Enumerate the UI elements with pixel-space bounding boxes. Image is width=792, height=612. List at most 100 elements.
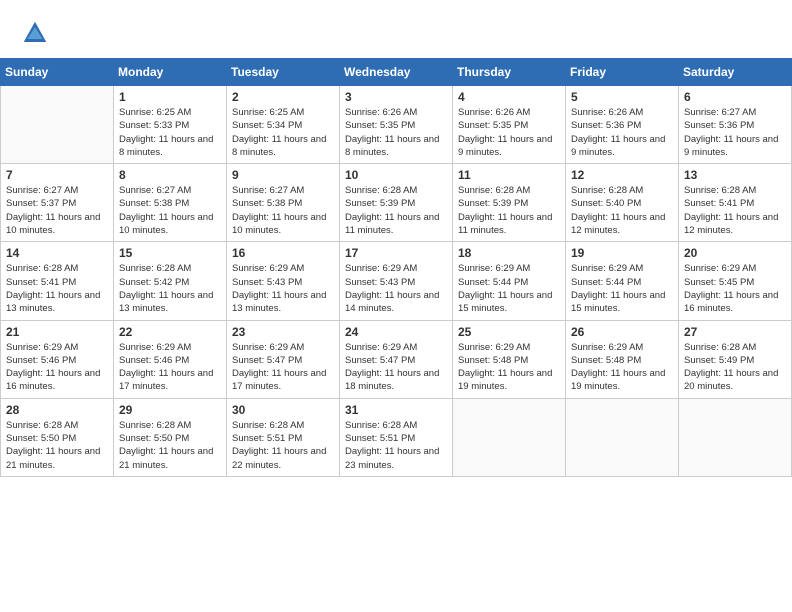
day-number: 31 (345, 403, 447, 417)
calendar-cell: 20 Sunrise: 6:29 AMSunset: 5:45 PMDayligh… (679, 242, 792, 320)
calendar-cell: 3 Sunrise: 6:26 AMSunset: 5:35 PMDaylight… (340, 86, 453, 164)
day-info: Sunrise: 6:29 AMSunset: 5:47 PMDaylight:… (232, 341, 334, 394)
day-number: 7 (6, 168, 108, 182)
day-info: Sunrise: 6:28 AMSunset: 5:41 PMDaylight:… (6, 262, 108, 315)
calendar-cell: 17 Sunrise: 6:29 AMSunset: 5:43 PMDayligh… (340, 242, 453, 320)
calendar-cell: 16 Sunrise: 6:29 AMSunset: 5:43 PMDayligh… (227, 242, 340, 320)
day-number: 12 (571, 168, 673, 182)
day-info: Sunrise: 6:29 AMSunset: 5:46 PMDaylight:… (119, 341, 221, 394)
calendar-cell: 13Sunrise: 6:28 AMSunset: 5:41 PMDayligh… (679, 164, 792, 242)
calendar-week-row: 7 Sunrise: 6:27 AMSunset: 5:37 PMDaylight… (1, 164, 792, 242)
weekday-header: Tuesday (227, 59, 340, 86)
day-number: 15 (119, 246, 221, 260)
calendar-cell: 8 Sunrise: 6:27 AMSunset: 5:38 PMDaylight… (114, 164, 227, 242)
day-number: 28 (6, 403, 108, 417)
calendar-cell: 21 Sunrise: 6:29 AMSunset: 5:46 PMDayligh… (1, 320, 114, 398)
day-info: Sunrise: 6:28 AMSunset: 5:51 PMDaylight:… (345, 419, 447, 472)
calendar-cell: 2 Sunrise: 6:25 AMSunset: 5:34 PMDaylight… (227, 86, 340, 164)
weekday-header: Saturday (679, 59, 792, 86)
day-number: 19 (571, 246, 673, 260)
day-info: Sunrise: 6:26 AMSunset: 5:35 PMDaylight:… (345, 106, 447, 159)
day-info: Sunrise: 6:29 AMSunset: 5:44 PMDaylight:… (458, 262, 560, 315)
day-info: Sunrise: 6:25 AMSunset: 5:34 PMDaylight:… (232, 106, 334, 159)
calendar-cell: 28Sunrise: 6:28 AMSunset: 5:50 PMDayligh… (1, 398, 114, 476)
calendar-cell: 12 Sunrise: 6:28 AMSunset: 5:40 PMDayligh… (566, 164, 679, 242)
day-info: Sunrise: 6:27 AMSunset: 5:38 PMDaylight:… (232, 184, 334, 237)
day-info: Sunrise: 6:28 AMSunset: 5:42 PMDaylight:… (119, 262, 221, 315)
weekday-header: Friday (566, 59, 679, 86)
calendar-cell: 29 Sunrise: 6:28 AMSunset: 5:50 PMDayligh… (114, 398, 227, 476)
calendar-cell: 30Sunrise: 6:28 AMSunset: 5:51 PMDayligh… (227, 398, 340, 476)
day-info: Sunrise: 6:27 AMSunset: 5:38 PMDaylight:… (119, 184, 221, 237)
day-number: 23 (232, 325, 334, 339)
calendar-cell: 19Sunrise: 6:29 AMSunset: 5:44 PMDayligh… (566, 242, 679, 320)
day-info: Sunrise: 6:29 AMSunset: 5:45 PMDaylight:… (684, 262, 786, 315)
calendar-cell: 4 Sunrise: 6:26 AMSunset: 5:35 PMDaylight… (453, 86, 566, 164)
day-number: 11 (458, 168, 560, 182)
day-info: Sunrise: 6:28 AMSunset: 5:50 PMDaylight:… (119, 419, 221, 472)
day-number: 5 (571, 90, 673, 104)
day-info: Sunrise: 6:25 AMSunset: 5:33 PMDaylight:… (119, 106, 221, 159)
day-info: Sunrise: 6:28 AMSunset: 5:49 PMDaylight:… (684, 341, 786, 394)
day-number: 25 (458, 325, 560, 339)
weekday-header: Thursday (453, 59, 566, 86)
calendar-cell: 5Sunrise: 6:26 AMSunset: 5:36 PMDaylight… (566, 86, 679, 164)
day-number: 26 (571, 325, 673, 339)
calendar-week-row: 14 Sunrise: 6:28 AMSunset: 5:41 PMDayligh… (1, 242, 792, 320)
header (0, 0, 792, 58)
weekday-header: Sunday (1, 59, 114, 86)
day-number: 17 (345, 246, 447, 260)
day-number: 14 (6, 246, 108, 260)
calendar-cell: 15 Sunrise: 6:28 AMSunset: 5:42 PMDayligh… (114, 242, 227, 320)
calendar-cell: 9 Sunrise: 6:27 AMSunset: 5:38 PMDaylight… (227, 164, 340, 242)
calendar-cell: 1 Sunrise: 6:25 AMSunset: 5:33 PMDaylight… (114, 86, 227, 164)
day-info: Sunrise: 6:28 AMSunset: 5:51 PMDaylight:… (232, 419, 334, 472)
logo (20, 18, 54, 48)
day-number: 24 (345, 325, 447, 339)
calendar-week-row: 1 Sunrise: 6:25 AMSunset: 5:33 PMDaylight… (1, 86, 792, 164)
calendar-week-row: 28 Sunrise: 6:28 AMSunset: 5:50 PMDayligh… (1, 398, 792, 476)
day-info: Sunrise: 6:28 AMSunset: 5:39 PMDaylight:… (345, 184, 447, 237)
calendar-cell: 18Sunrise: 6:29 AMSunset: 5:44 PMDayligh… (453, 242, 566, 320)
day-number: 29 (119, 403, 221, 417)
calendar-cell: 11Sunrise: 6:28 AMSunset: 5:39 PMDayligh… (453, 164, 566, 242)
day-number: 21 (6, 325, 108, 339)
calendar-cell (679, 398, 792, 476)
weekday-header: Monday (114, 59, 227, 86)
day-number: 3 (345, 90, 447, 104)
day-info: Sunrise: 6:28 AMSunset: 5:40 PMDaylight:… (571, 184, 673, 237)
calendar-cell: 24 Sunrise: 6:29 AMSunset: 5:47 PMDayligh… (340, 320, 453, 398)
day-number: 27 (684, 325, 786, 339)
day-number: 1 (119, 90, 221, 104)
calendar-cell: 22Sunrise: 6:29 AMSunset: 5:46 PMDayligh… (114, 320, 227, 398)
day-info: Sunrise: 6:29 AMSunset: 5:43 PMDaylight:… (345, 262, 447, 315)
day-info: Sunrise: 6:29 AMSunset: 5:48 PMDaylight:… (458, 341, 560, 394)
page: SundayMondayTuesdayWednesdayThursdayFrid… (0, 0, 792, 612)
day-info: Sunrise: 6:26 AMSunset: 5:35 PMDaylight:… (458, 106, 560, 159)
weekday-header: Wednesday (340, 59, 453, 86)
calendar-cell (566, 398, 679, 476)
day-number: 4 (458, 90, 560, 104)
calendar-cell: 26 Sunrise: 6:29 AMSunset: 5:48 PMDayligh… (566, 320, 679, 398)
day-number: 8 (119, 168, 221, 182)
calendar-table: SundayMondayTuesdayWednesdayThursdayFrid… (0, 58, 792, 477)
calendar-cell: 7 Sunrise: 6:27 AMSunset: 5:37 PMDaylight… (1, 164, 114, 242)
day-number: 20 (684, 246, 786, 260)
day-info: Sunrise: 6:29 AMSunset: 5:47 PMDaylight:… (345, 341, 447, 394)
day-info: Sunrise: 6:27 AMSunset: 5:37 PMDaylight:… (6, 184, 108, 237)
day-info: Sunrise: 6:29 AMSunset: 5:48 PMDaylight:… (571, 341, 673, 394)
day-info: Sunrise: 6:29 AMSunset: 5:46 PMDaylight:… (6, 341, 108, 394)
calendar-cell (1, 86, 114, 164)
logo-icon (20, 18, 50, 48)
calendar-cell: 23 Sunrise: 6:29 AMSunset: 5:47 PMDayligh… (227, 320, 340, 398)
calendar-week-row: 21 Sunrise: 6:29 AMSunset: 5:46 PMDayligh… (1, 320, 792, 398)
day-number: 10 (345, 168, 447, 182)
calendar-cell (453, 398, 566, 476)
calendar-cell: 6Sunrise: 6:27 AMSunset: 5:36 PMDaylight… (679, 86, 792, 164)
weekday-header-row: SundayMondayTuesdayWednesdayThursdayFrid… (1, 59, 792, 86)
day-info: Sunrise: 6:29 AMSunset: 5:43 PMDaylight:… (232, 262, 334, 315)
day-number: 16 (232, 246, 334, 260)
day-number: 9 (232, 168, 334, 182)
calendar-cell: 25 Sunrise: 6:29 AMSunset: 5:48 PMDayligh… (453, 320, 566, 398)
day-number: 2 (232, 90, 334, 104)
